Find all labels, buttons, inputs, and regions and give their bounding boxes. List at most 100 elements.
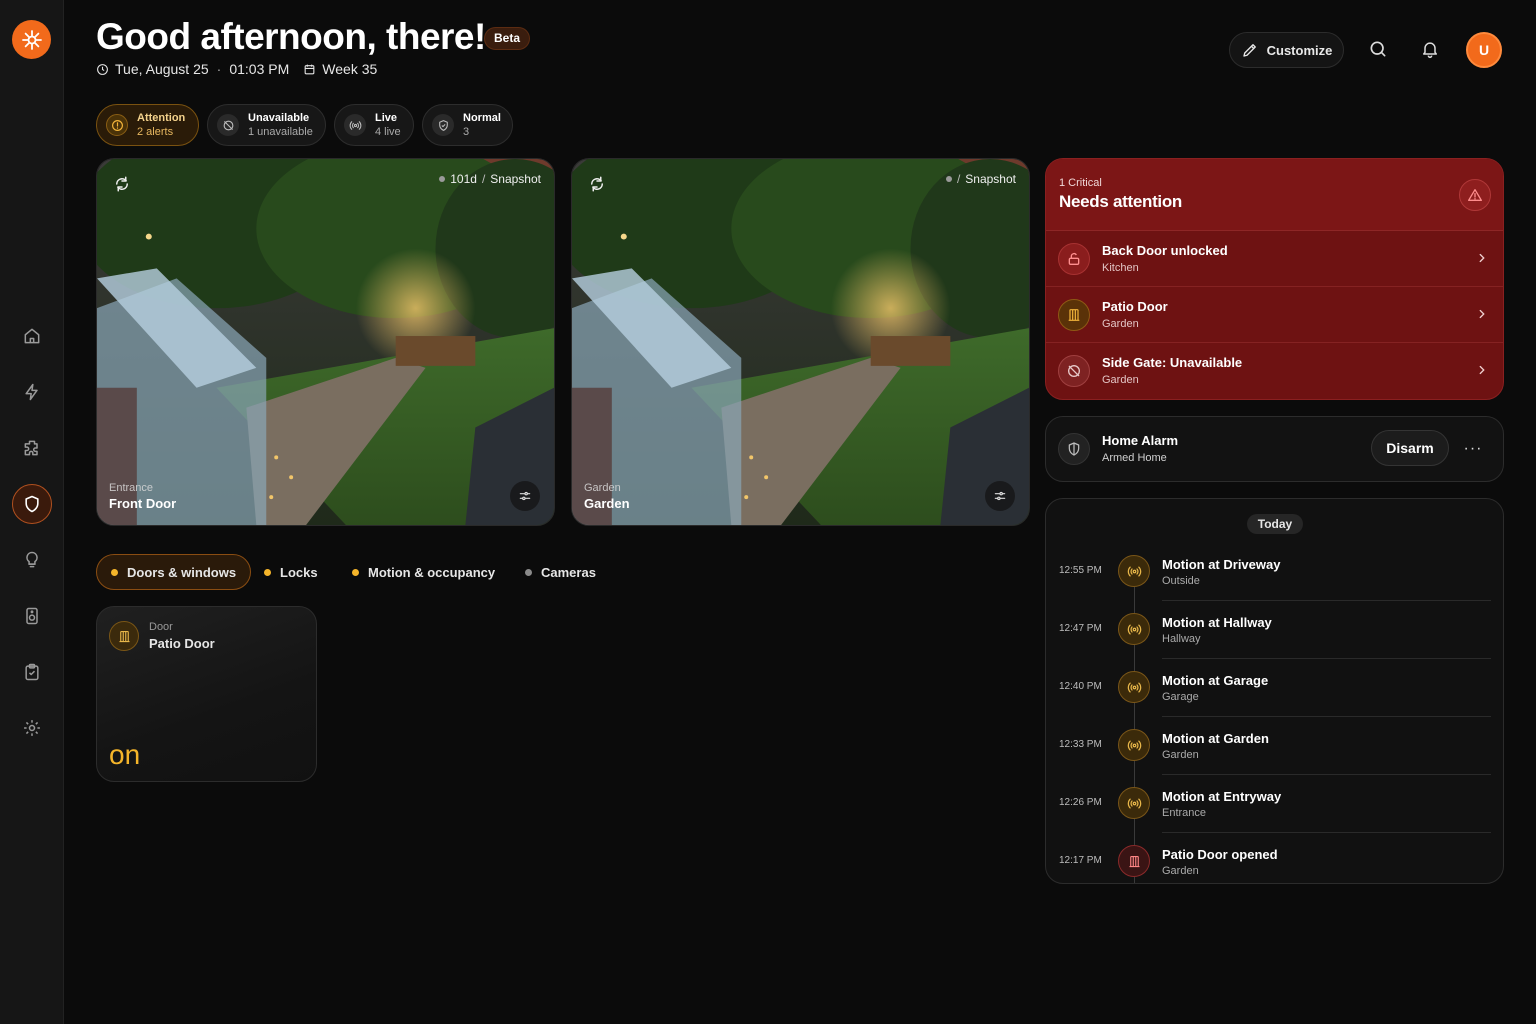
pencil-icon	[1242, 44, 1256, 57]
sidebar-item-automations[interactable]	[12, 372, 52, 412]
attention-item-back-door[interactable]: Back Door unlocked Kitchen	[1046, 231, 1503, 287]
user-avatar[interactable]: U	[1466, 32, 1502, 68]
sliders-icon	[519, 491, 531, 501]
event-location: Garage	[1162, 691, 1199, 703]
tab-locks[interactable]: Locks	[250, 554, 332, 590]
tab-dot	[264, 568, 271, 576]
search-button[interactable]	[1365, 36, 1391, 62]
door-icon	[1058, 299, 1090, 331]
customize-button[interactable]: Customize	[1229, 32, 1344, 68]
status-chip-unavailable[interactable]: Unavailable 1 unavailable	[207, 104, 326, 146]
camera-card-garden[interactable]: / Snapshot Garden Garden	[571, 158, 1030, 526]
bolt-icon	[25, 383, 38, 401]
disarm-button[interactable]: Disarm	[1371, 430, 1449, 466]
attention-item-title: Side Gate: Unavailable	[1102, 355, 1243, 370]
camera-label: Garden Garden	[584, 482, 630, 511]
event-location: Entrance	[1162, 807, 1207, 819]
event-title: Patio Door opened	[1162, 847, 1278, 862]
current-date: Tue, August 25	[115, 61, 209, 77]
event-time: 12:47 PM	[1059, 623, 1102, 634]
attention-item-room: Garden	[1102, 318, 1139, 330]
motion-icon	[1118, 787, 1150, 819]
attention-item-side-gate[interactable]: Side Gate: Unavailable Garden	[1046, 343, 1503, 399]
camera-snapshot-image	[97, 159, 554, 525]
attention-header: 1 Critical Needs attention	[1046, 159, 1503, 231]
sliders-icon	[994, 491, 1006, 501]
timeline-day-label: Today	[1247, 514, 1303, 534]
attention-item-title: Patio Door	[1102, 299, 1168, 314]
sidebar-item-security[interactable]	[12, 484, 52, 524]
device-type: Door	[149, 621, 173, 633]
warning-triangle-icon	[1459, 179, 1491, 211]
event-time: 12:40 PM	[1059, 681, 1102, 692]
sidebar-item-lights[interactable]	[12, 540, 52, 580]
camera-meta: 101d / Snapshot	[439, 172, 541, 186]
attention-item-room: Garden	[1102, 374, 1139, 386]
status-dot	[945, 176, 952, 182]
device-tile-patio-door[interactable]: Door Patio Door on	[96, 606, 317, 782]
sidebar-item-settings[interactable]	[12, 708, 52, 748]
chevron-right-icon	[1479, 365, 1485, 375]
camera-name: Garden	[584, 496, 630, 511]
current-week: Week 35	[322, 61, 378, 77]
status-chip-normal[interactable]: Normal 3	[422, 104, 513, 146]
sidebar-item-home[interactable]	[12, 316, 52, 356]
critical-count: 1 Critical	[1059, 177, 1102, 189]
chip-title: Attention	[137, 112, 186, 124]
event-title: Motion at Hallway	[1162, 615, 1272, 630]
snapshot-age: 101d	[450, 172, 477, 186]
timeline-event[interactable]: 12:26 PM Motion at Entryway Entrance	[1046, 775, 1503, 833]
activity-timeline: Today 12:55 PM Motion at Driveway Outsid…	[1045, 498, 1504, 884]
tab-label: Doors & windows	[127, 564, 237, 580]
camera-settings-button[interactable]	[985, 481, 1015, 511]
clipboard-icon	[25, 663, 39, 681]
off-icon	[217, 114, 239, 136]
sidebar-item-media[interactable]	[12, 596, 52, 636]
refresh-icon	[591, 176, 603, 192]
tab-motion-occupancy[interactable]: Motion & occupancy	[338, 554, 509, 590]
gear-icon	[24, 720, 40, 736]
notifications-button[interactable]	[1417, 36, 1443, 62]
attention-title: Needs attention	[1059, 192, 1183, 211]
timeline-event[interactable]: 12:33 PM Motion at Garden Garden	[1046, 717, 1503, 775]
chip-sub: 2 alerts	[137, 126, 174, 138]
chip-sub: 4 live	[375, 126, 401, 138]
camera-card-front-door[interactable]: 101d / Snapshot Entrance Front Door	[96, 158, 555, 526]
chip-sub: 3	[463, 126, 470, 138]
shield-icon	[25, 495, 39, 513]
camera-settings-button[interactable]	[510, 481, 540, 511]
attention-item-patio-door[interactable]: Patio Door Garden	[1046, 287, 1503, 343]
search-icon	[1370, 41, 1386, 57]
tab-dot	[525, 568, 532, 576]
timeline-event[interactable]: 12:55 PM Motion at Driveway Outside	[1046, 543, 1503, 601]
device-name: Patio Door	[149, 636, 215, 651]
chip-title: Live	[375, 112, 398, 124]
refresh-camera-button[interactable]	[113, 175, 137, 199]
refresh-camera-button[interactable]	[588, 175, 612, 199]
current-time: 01:03 PM	[229, 61, 290, 77]
off-icon	[1058, 355, 1090, 387]
bell-icon	[1423, 42, 1437, 59]
status-chip-attention[interactable]: Attention 2 alerts	[96, 104, 199, 146]
timeline-event[interactable]: 12:17 PM Patio Door opened Garden	[1046, 833, 1503, 883]
device-state: on	[109, 739, 141, 770]
tab-doors-windows[interactable]: Doors & windows	[96, 554, 252, 590]
sidebar-item-integrations[interactable]	[12, 428, 52, 468]
calendar-icon	[304, 64, 315, 74]
tab-cameras[interactable]: Cameras	[511, 554, 610, 590]
motion-icon	[1118, 671, 1150, 703]
app-logo[interactable]	[12, 20, 51, 59]
sidebar	[0, 0, 64, 1024]
sidebar-item-tasks[interactable]	[12, 652, 52, 692]
more-options-button[interactable]: ···	[1460, 436, 1486, 462]
motion-icon	[1118, 613, 1150, 645]
camera-label: Entrance Front Door	[109, 482, 176, 511]
camera-location: Entrance	[109, 482, 154, 494]
status-chip-live[interactable]: Live 4 live	[334, 104, 414, 146]
clock-icon	[97, 63, 108, 75]
timeline-event[interactable]: 12:40 PM Motion at Garage Garage	[1046, 659, 1503, 717]
timeline-event[interactable]: 12:47 PM Motion at Hallway Hallway	[1046, 601, 1503, 659]
camera-location: Garden	[584, 482, 621, 494]
event-time: 12:33 PM	[1059, 739, 1102, 750]
home-icon	[24, 328, 40, 344]
